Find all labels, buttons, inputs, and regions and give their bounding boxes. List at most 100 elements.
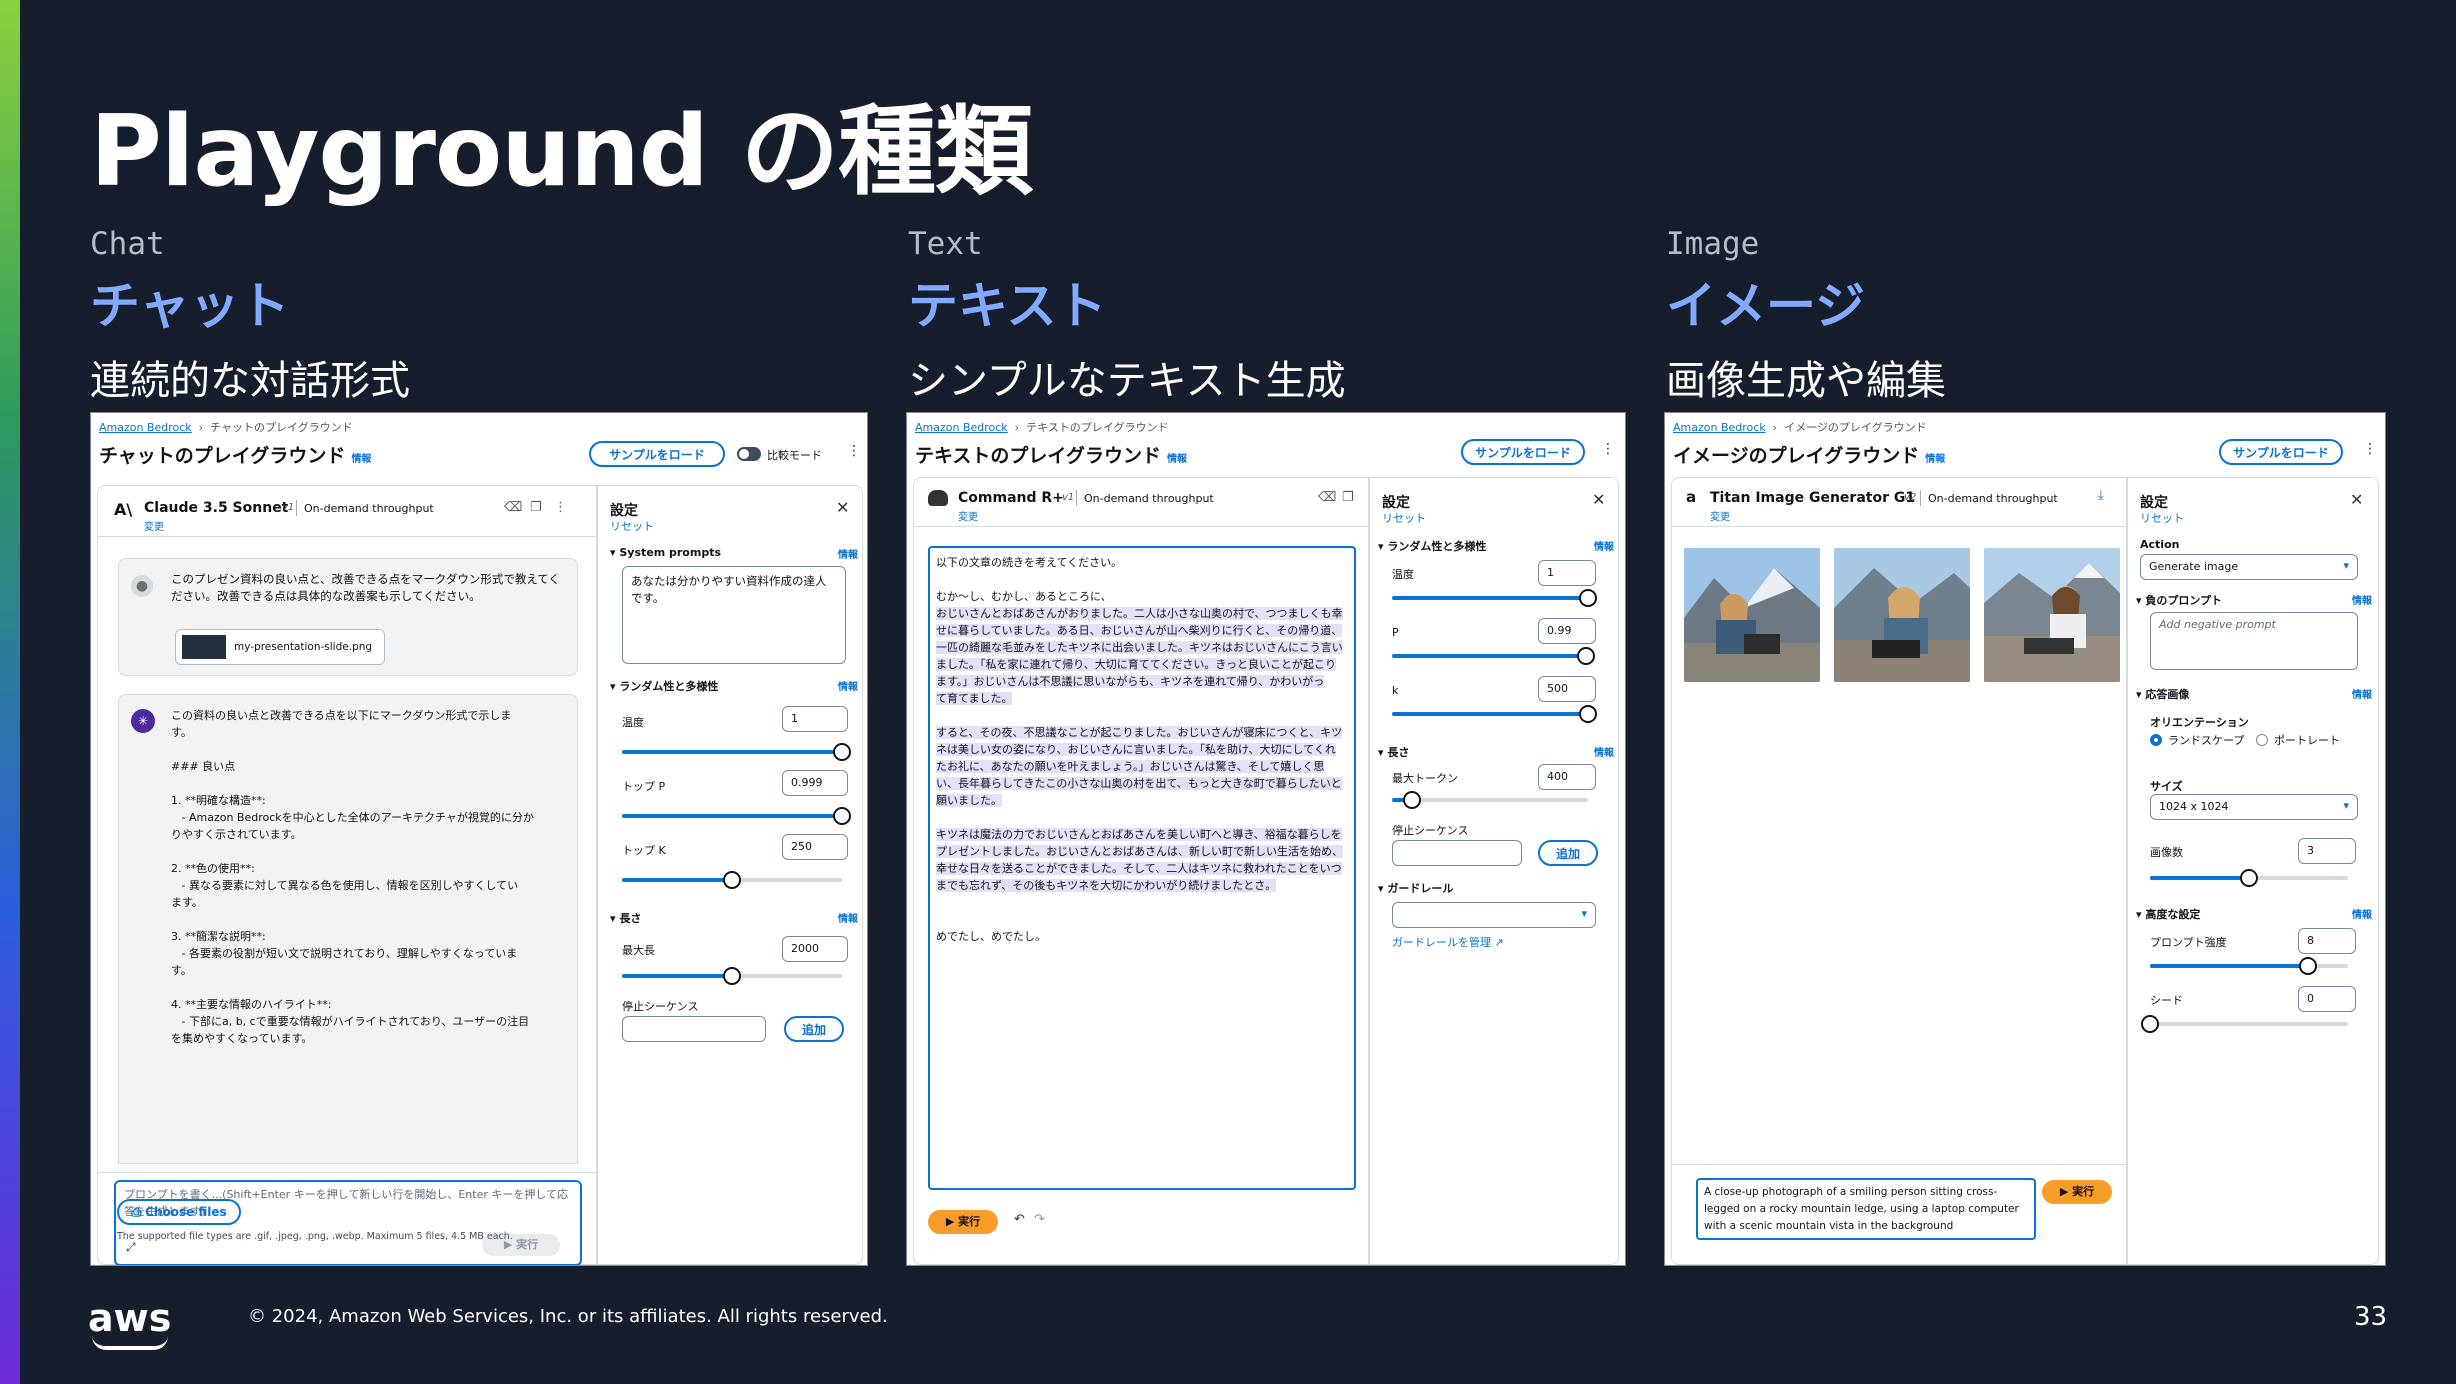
info-link[interactable]: 情報 [2352,906,2372,921]
column-jp: イメージ [1666,277,1865,335]
temperature-input[interactable]: 1 [782,706,848,732]
attachment-chip[interactable]: my-presentation-slide.png [175,629,385,665]
size-select[interactable]: 1024 x 1024 ▾ [2150,794,2358,820]
reset-link[interactable]: リセット [2140,510,2184,526]
top-k-input[interactable]: 250 [782,834,848,860]
editor-line: ネは美しい女の姿になり、おじいさんに言いました。「私を助け、大切にしてくれ [936,743,1336,756]
top-p-slider[interactable] [622,807,851,825]
info-link[interactable]: 情報 [838,910,858,925]
portrait-radio[interactable] [2256,734,2268,746]
run-button[interactable]: ▶ 実行 [2042,1180,2112,1204]
top-k-slider[interactable] [622,871,842,889]
info-link[interactable]: 情報 [2352,592,2372,607]
breadcrumb-current: テキストのプレイグラウンド [1026,421,1169,434]
info-link[interactable]: 情報 [1594,744,1614,759]
p-slider[interactable] [1392,647,1596,665]
more-icon[interactable]: ⋮ [554,500,567,515]
reset-link[interactable]: リセット [610,518,654,534]
close-icon[interactable]: ✕ [2350,490,2363,509]
top-p-input[interactable]: 0.999 [782,770,848,796]
close-icon[interactable]: ✕ [836,498,849,517]
max-tokens-input[interactable]: 400 [1538,764,1596,790]
seed-slider[interactable] [2141,1015,2348,1033]
max-tokens-slider[interactable] [1392,791,1588,809]
load-sample-button[interactable]: サンプルをロード [589,441,725,467]
guardrail-select[interactable]: ▾ [1392,902,1596,928]
stop-sequence-input[interactable] [1392,840,1522,866]
action-select[interactable]: Generate image ▾ [2140,554,2358,580]
random-section[interactable]: ▾ ランダム性と多様性 [1378,538,1486,554]
k-input[interactable]: 500 [1538,676,1596,702]
user-message-text: このプレゼン資料の良い点と、改善できる点をマークダウン形式で教えてください。改善… [171,572,560,603]
image-count-slider[interactable] [2150,869,2348,887]
change-model-link[interactable]: 変更 [1710,508,1730,523]
temperature-slider[interactable] [622,743,851,761]
manage-guardrail-link[interactable]: ガードレールを管理 ↗ [1392,934,1504,950]
info-link[interactable]: 情報 [1594,538,1614,553]
image-count-label: 画像数 [2150,846,2183,859]
info-link[interactable]: 情報 [351,454,371,465]
prompt-strength-input[interactable]: 8 [2298,928,2356,954]
prompt-input[interactable]: A close-up photograph of a smiling perso… [1696,1178,2036,1240]
section-label: 応答画像 [2145,688,2190,701]
copy-icon[interactable]: ❐ [530,500,542,515]
change-model-link[interactable]: 変更 [144,518,164,533]
info-link[interactable]: 情報 [838,678,858,693]
accent-bar [0,0,20,1384]
redo-icon[interactable]: ↷ [1034,1212,1045,1227]
negative-prompt-section[interactable]: ▾ 負のプロンプト [2136,592,2222,608]
breadcrumb-root[interactable]: Amazon Bedrock [915,421,1008,434]
breadcrumb-root[interactable]: Amazon Bedrock [99,421,192,434]
k-slider[interactable] [1392,705,1597,723]
more-icon[interactable]: ⋮ [847,443,861,459]
info-link[interactable]: 情報 [838,546,858,561]
random-section[interactable]: ▾ ランダム性と多様性 [610,678,718,694]
guardrail-section[interactable]: ▾ ガードレール [1378,880,1453,896]
generated-image-2[interactable] [1834,548,1970,682]
choose-files-button[interactable]: ⎙ Choose files [117,1199,241,1225]
length-section[interactable]: ▾ 長さ [610,910,641,926]
more-icon[interactable]: ⋮ [2363,441,2377,457]
landscape-radio[interactable] [2150,734,2162,746]
chevron-down-icon: ▾ [1581,907,1587,920]
system-prompts-section[interactable]: ▾ System prompts [610,546,721,559]
load-sample-button[interactable]: サンプルをロード [1461,439,1585,465]
close-icon[interactable]: ✕ [1592,490,1605,509]
p-input[interactable]: 0.99 [1538,618,1596,644]
add-button[interactable]: 追加 [784,1016,844,1042]
copy-icon[interactable]: ❐ [1342,490,1354,505]
prompt-strength-slider[interactable] [2150,957,2348,975]
change-model-link[interactable]: 変更 [958,508,978,523]
compare-mode-toggle[interactable] [737,447,761,461]
download-icon[interactable]: ⤓ [2098,488,2104,503]
breadcrumb-root[interactable]: Amazon Bedrock [1673,421,1766,434]
add-button[interactable]: 追加 [1538,840,1598,866]
reset-link[interactable]: リセット [1382,510,1426,526]
system-prompt-textarea[interactable]: あなたは分かりやすい資料作成の達人です。 [622,566,846,664]
response-image-section[interactable]: ▾ 応答画像 [2136,686,2189,702]
max-length-input[interactable]: 2000 [782,936,848,962]
info-link[interactable]: 情報 [1925,454,1945,465]
undo-icon[interactable]: ↶ [1014,1212,1025,1227]
more-icon[interactable]: ⋮ [1601,441,1615,457]
temperature-input[interactable]: 1 [1538,560,1596,586]
run-button[interactable]: ▶ 実行 [928,1210,998,1234]
advanced-section[interactable]: ▾ 高度な設定 [2136,906,2200,922]
negative-prompt-input[interactable]: Add negative prompt [2150,612,2358,670]
clear-icon[interactable]: ⌫ [1318,490,1336,505]
info-link[interactable]: 情報 [1167,454,1187,465]
text-editor[interactable]: 以下の文章の続きを考えてください。 むか～し、むかし、あるところに、 おじいさん… [928,546,1356,1190]
expand-icon[interactable]: ⤢ [126,1240,136,1255]
image-count-input[interactable]: 3 [2298,838,2356,864]
clear-icon[interactable]: ⌫ [504,500,522,515]
max-length-slider[interactable] [622,967,842,985]
seed-input[interactable]: 0 [2298,986,2356,1012]
generated-image-3[interactable] [1984,548,2120,682]
info-link[interactable]: 情報 [2352,686,2372,701]
temperature-slider[interactable] [1392,589,1597,607]
generated-image-1[interactable] [1684,548,1820,682]
length-section[interactable]: ▾ 長さ [1378,744,1409,760]
stop-sequence-input[interactable] [622,1016,766,1042]
load-sample-button[interactable]: サンプルをロード [2219,439,2343,465]
section-label: 負のプロンプト [2145,594,2223,607]
